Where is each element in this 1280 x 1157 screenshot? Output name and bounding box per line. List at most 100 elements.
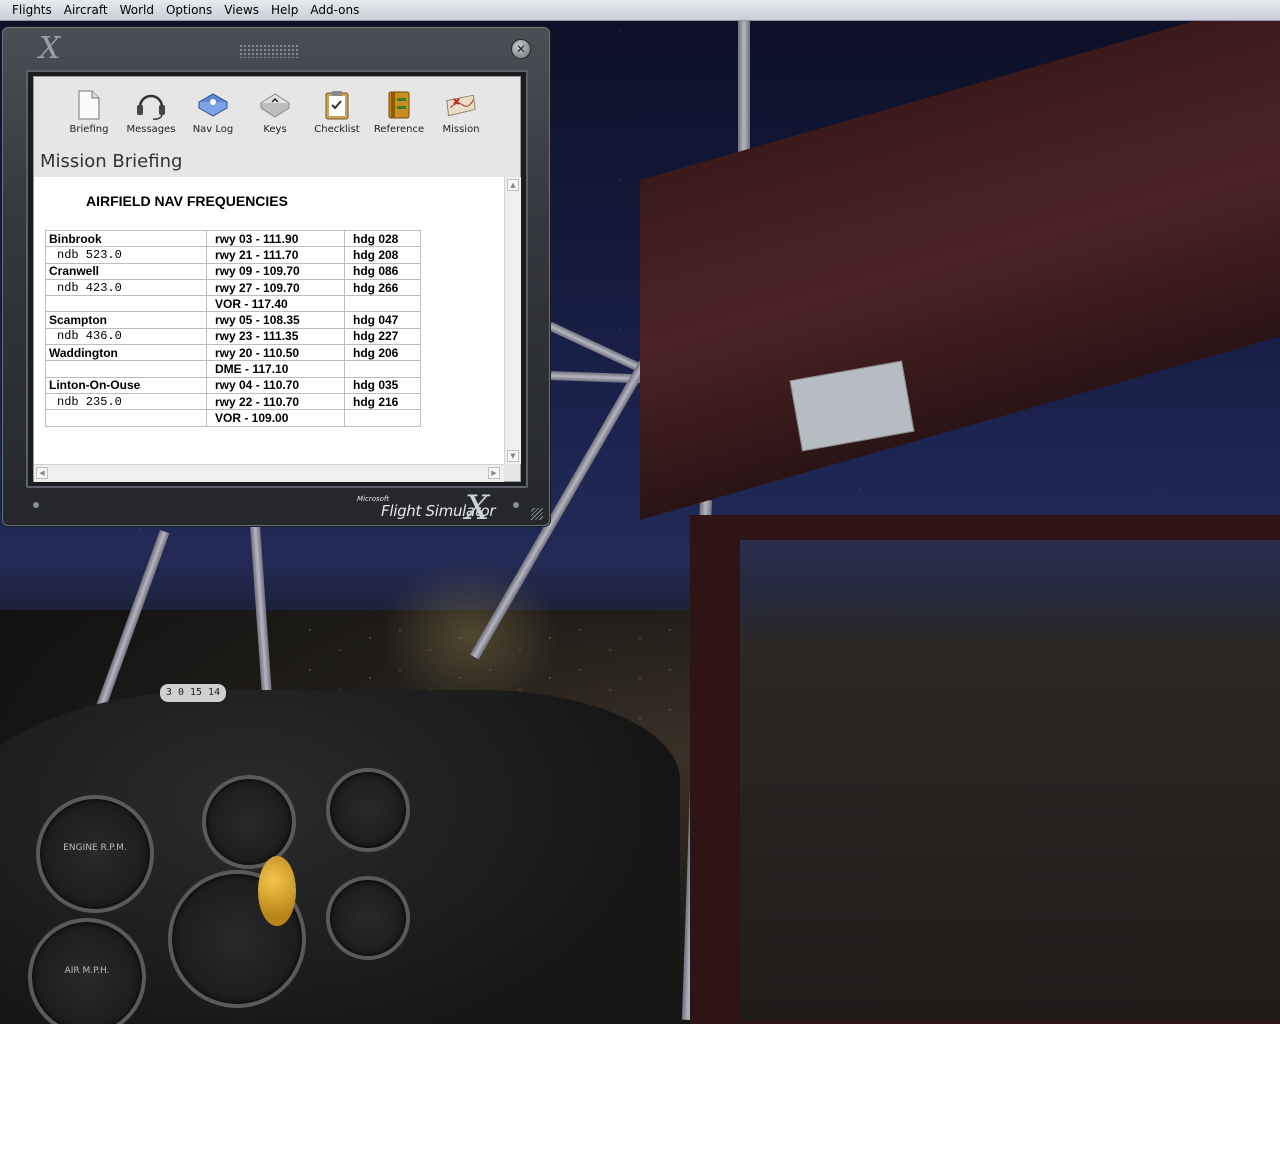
- runway-frequency-cell: VOR - 109.00: [206, 409, 345, 427]
- airfield-name-cell: Scampton: [45, 311, 207, 329]
- tab-keys-label: Keys: [263, 124, 287, 135]
- kneeboard-window[interactable]: X ✕ Briefing Messages Nav Log Keys Check…: [2, 27, 550, 528]
- briefing-content[interactable]: AIRFIELD NAV FREQUENCIES Binbrook rwy 03 …: [34, 177, 504, 464]
- kneeboard-frame: Briefing Messages Nav Log Keys Checklist…: [26, 70, 528, 488]
- tab-briefing-label: Briefing: [69, 124, 109, 135]
- heading-cell: hdg 266: [344, 278, 421, 297]
- ndb-frequency-cell: ndb 235.0: [45, 392, 207, 411]
- rivet: [513, 502, 519, 508]
- table-row: ndb 235.0 rwy 22 - 110.70 hdg 216: [45, 392, 421, 411]
- kneeboard-panel: Briefing Messages Nav Log Keys Checklist…: [33, 76, 521, 482]
- kneeboard-toolbar: Briefing Messages Nav Log Keys Checklist…: [34, 77, 520, 147]
- runway-frequency-cell: rwy 04 - 110.70: [206, 376, 345, 394]
- tab-reference[interactable]: Reference: [368, 77, 430, 147]
- menu-flights[interactable]: Flights: [0, 0, 58, 20]
- ndb-frequency-cell: ndb 523.0: [45, 246, 207, 264]
- runway-frequency-cell: rwy 03 - 111.90: [206, 229, 345, 248]
- table-row: Linton-On-Ouse rwy 04 - 110.70 hdg 035: [45, 376, 421, 394]
- airfield-name-cell: Binbrook: [45, 229, 207, 248]
- propeller-glow: [380, 560, 560, 710]
- heading-cell: [344, 409, 421, 427]
- ndb-frequency-cell: ndb 423.0: [45, 278, 207, 297]
- runway-frequency-cell: rwy 27 - 109.70: [206, 278, 345, 297]
- brand-mark: X: [465, 488, 490, 528]
- airfield-name-cell: [45, 295, 207, 313]
- heading-cell: hdg 035: [344, 376, 421, 394]
- binder-icon: [383, 89, 415, 121]
- window-drag-handle[interactable]: [239, 44, 299, 58]
- table-row: Cranwell rwy 09 - 109.70 hdg 086: [45, 262, 421, 280]
- table-row: ndb 436.0 rwy 23 - 111.35 hdg 227: [45, 327, 421, 346]
- resize-grip[interactable]: [531, 508, 543, 520]
- airfield-name-cell: Waddington: [45, 344, 207, 362]
- airfield-name-cell: [45, 360, 207, 378]
- menu-bar: Flights Aircraft World Options Views Hel…: [0, 0, 1280, 21]
- clipboard-icon: [321, 89, 353, 121]
- tab-messages[interactable]: Messages: [120, 77, 182, 147]
- tab-nav-log-label: Nav Log: [192, 124, 234, 135]
- fsx-logo: X: [39, 31, 60, 66]
- menu-aircraft[interactable]: Aircraft: [58, 0, 114, 20]
- document-icon: [73, 89, 105, 121]
- tab-keys[interactable]: Keys: [244, 77, 306, 147]
- table-row: DME - 117.10: [45, 360, 421, 378]
- table-row: Waddington rwy 20 - 110.50 hdg 206: [45, 344, 421, 362]
- heading-cell: hdg 216: [344, 392, 421, 411]
- close-icon: ✕: [515, 42, 527, 56]
- ndb-frequency-cell: ndb 436.0: [45, 327, 207, 346]
- table-row: Binbrook rwy 03 - 111.90 hdg 028: [45, 229, 421, 248]
- menu-options[interactable]: Options: [160, 0, 218, 20]
- menu-addons[interactable]: Add-ons: [304, 0, 365, 20]
- frequency-table: Binbrook rwy 03 - 111.90 hdg 028 ndb 523.0 r…: [45, 229, 421, 427]
- airfield-name-cell: [45, 409, 207, 427]
- horizontal-scrollbar[interactable]: ◀ ▶: [34, 464, 504, 482]
- menu-world[interactable]: World: [114, 0, 160, 20]
- scroll-right-button[interactable]: ▶: [488, 467, 500, 479]
- compass-readout: 3 0 15 14 18: [160, 684, 226, 716]
- runway-frequency-cell: DME - 117.10: [206, 360, 345, 378]
- tab-mission[interactable]: Mission: [430, 77, 492, 147]
- table-row: ndb 523.0 rwy 21 - 111.70 hdg 208: [45, 246, 421, 264]
- tab-nav-log[interactable]: Nav Log: [182, 77, 244, 147]
- heading-cell: hdg 227: [344, 327, 421, 346]
- engine-rpm-gauge: ENGINE R.P.M.: [36, 795, 154, 913]
- tab-checklist-label: Checklist: [314, 124, 360, 135]
- scroll-up-button[interactable]: ▲: [507, 179, 519, 191]
- throttle-knob[interactable]: [258, 856, 296, 926]
- altimeter-gauge: [202, 775, 296, 869]
- tab-mission-label: Mission: [442, 124, 480, 135]
- table-row: VOR - 117.40: [45, 295, 421, 313]
- airspeed-gauge: AIR M.P.H.: [28, 918, 146, 1024]
- cockpit-window: [740, 540, 1280, 1020]
- oil-gauge: [326, 876, 410, 960]
- table-row: Scampton rwy 05 - 108.35 hdg 047: [45, 311, 421, 329]
- scroll-left-button[interactable]: ◀: [36, 467, 48, 479]
- airfield-name-cell: Linton-On-Ouse: [45, 376, 207, 394]
- runway-frequency-cell: rwy 22 - 110.70: [206, 392, 345, 411]
- close-button[interactable]: ✕: [511, 39, 531, 59]
- runway-frequency-cell: rwy 21 - 111.70: [206, 246, 345, 264]
- runway-frequency-cell: rwy 05 - 108.35: [206, 311, 345, 329]
- vertical-scrollbar[interactable]: ▲ ▼: [504, 177, 521, 464]
- key-icon: [259, 89, 291, 121]
- table-row: ndb 423.0 rwy 27 - 109.70 hdg 266: [45, 278, 421, 297]
- heading-cell: hdg 086: [344, 262, 421, 280]
- runway-frequency-cell: rwy 23 - 111.35: [206, 327, 345, 346]
- nav-log-icon: [197, 89, 229, 121]
- heading-cell: hdg 028: [344, 229, 421, 248]
- menu-help[interactable]: Help: [265, 0, 304, 20]
- rivet: [33, 502, 39, 508]
- tab-messages-label: Messages: [126, 124, 176, 135]
- frequencies-heading: AIRFIELD NAV FREQUENCIES: [86, 193, 288, 209]
- scroll-down-button[interactable]: ▼: [507, 450, 519, 462]
- tab-reference-label: Reference: [373, 124, 425, 135]
- heading-cell: [344, 360, 421, 378]
- runway-frequency-cell: rwy 09 - 109.70: [206, 262, 345, 280]
- menu-views[interactable]: Views: [218, 0, 265, 20]
- heading-cell: hdg 047: [344, 311, 421, 329]
- tab-checklist[interactable]: Checklist: [306, 77, 368, 147]
- runway-frequency-cell: VOR - 117.40: [206, 295, 345, 313]
- runway-frequency-cell: rwy 20 - 110.50: [206, 344, 345, 362]
- tab-briefing[interactable]: Briefing: [58, 77, 120, 147]
- heading-cell: hdg 208: [344, 246, 421, 264]
